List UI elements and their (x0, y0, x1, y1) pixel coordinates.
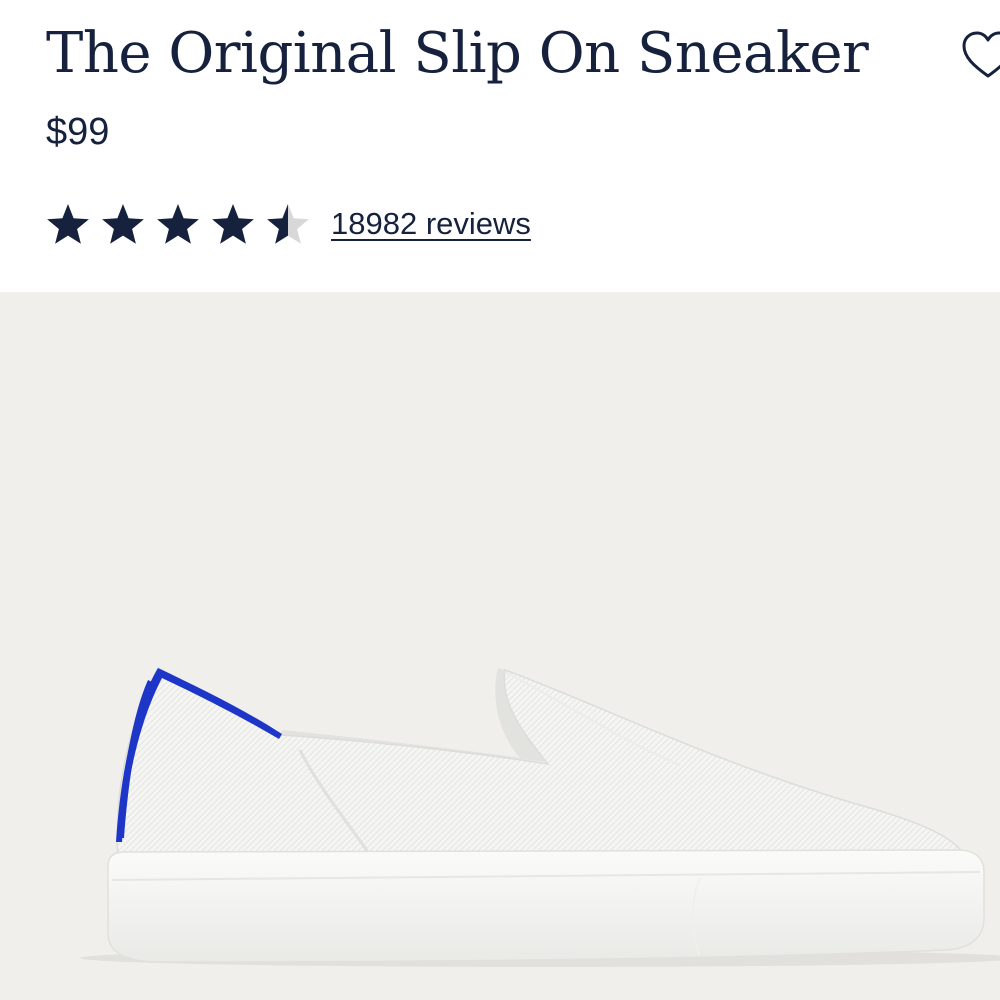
star-icon (47, 204, 89, 244)
reviews-link[interactable]: 18982 reviews (331, 206, 531, 242)
wishlist-button[interactable] (960, 28, 1000, 84)
rating-row: 18982 reviews (46, 196, 531, 252)
heart-outline-icon (962, 31, 1000, 78)
sneaker-image (80, 666, 1000, 967)
product-title: The Original Slip On Sneaker (46, 21, 869, 86)
product-price: $99 (46, 111, 110, 153)
star-icon (157, 204, 199, 244)
rating-stars (46, 196, 321, 252)
star-icon (102, 204, 144, 244)
star-icon (267, 204, 309, 244)
product-page: The Original Slip On Sneaker $99 18982 r… (0, 0, 1000, 1000)
product-image (0, 292, 1000, 1000)
star-icon (212, 204, 254, 244)
